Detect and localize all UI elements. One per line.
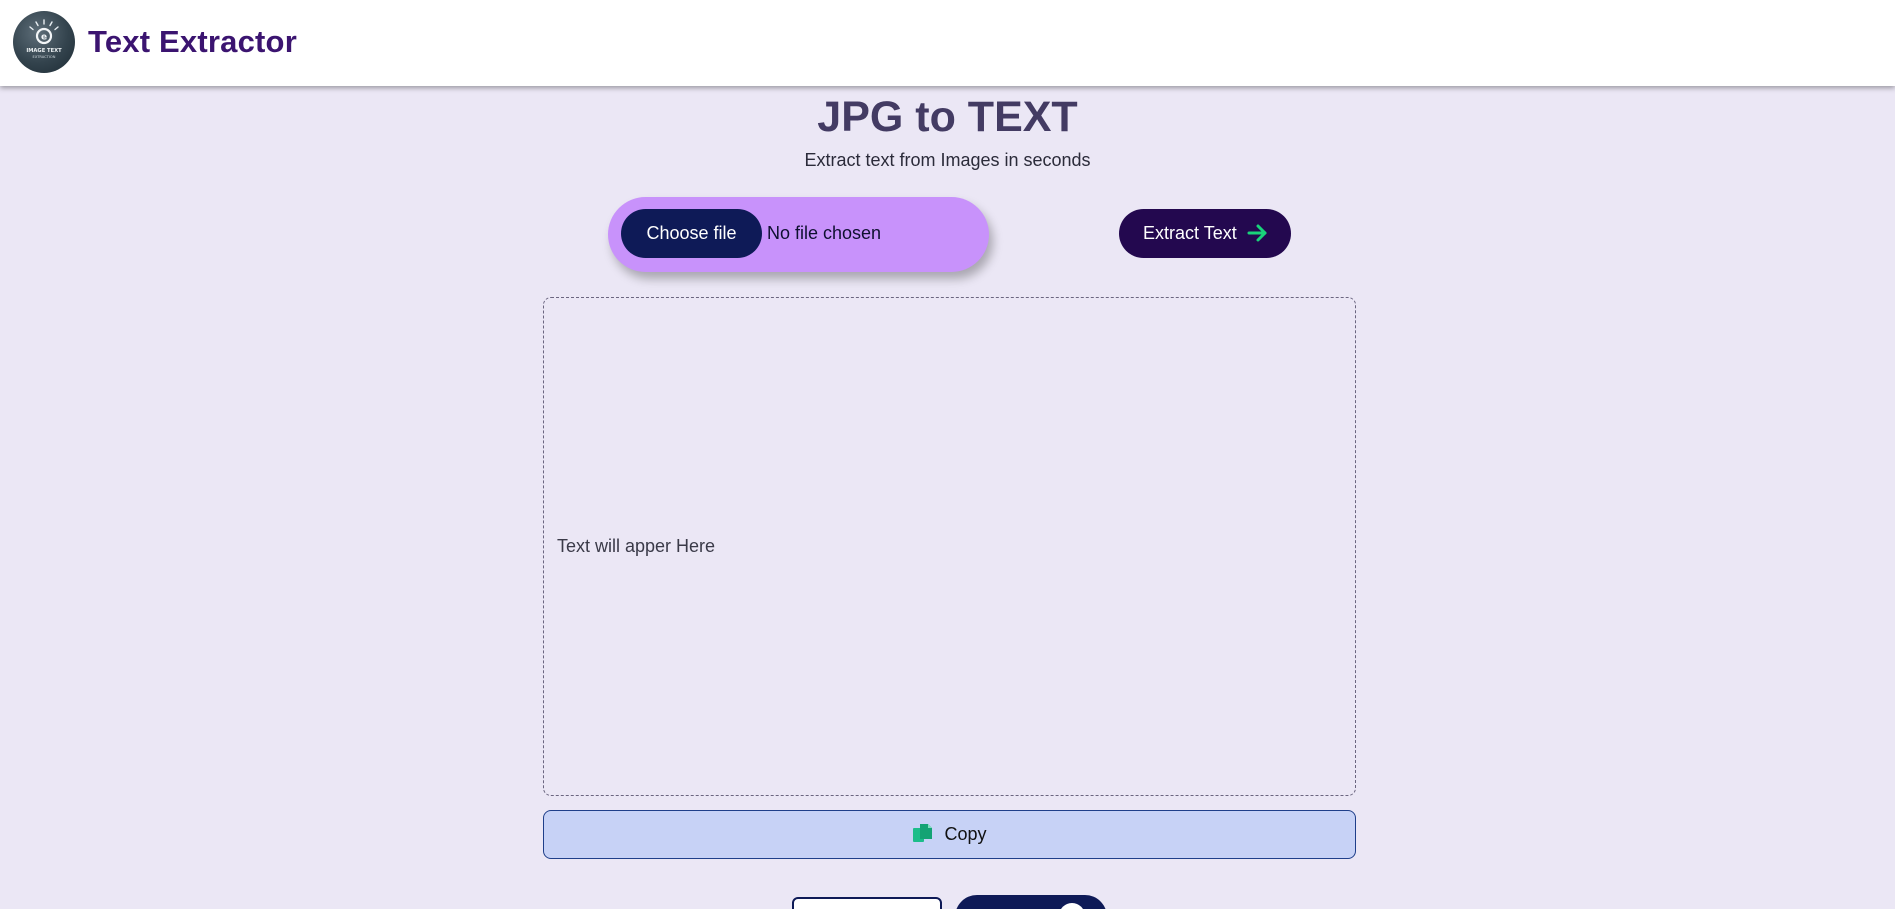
copy-button[interactable]: Copy [543,810,1356,859]
toggle-button[interactable] [955,895,1107,909]
svg-text:EXTRACTION: EXTRACTION [33,55,56,59]
page-title: JPG to TEXT [817,93,1078,141]
top-navbar: e IMAGE TEXT EXTRACTION Text Extractor [0,0,1895,86]
extract-text-button[interactable]: Extract Text [1119,209,1291,258]
choose-file-button[interactable]: Choose file [621,209,762,258]
copy-icon [913,824,933,842]
file-input[interactable]: Choose file No file chosen [608,197,989,272]
brand-title[interactable]: Text Extractor [88,22,297,62]
output-placeholder: Text will apper Here [557,536,716,556]
svg-text:e: e [41,33,47,43]
secondary-button[interactable] [792,897,942,909]
extracted-text-area[interactable]: Text will apper Here [543,297,1356,796]
toggle-knob [1059,903,1085,909]
copy-label: Copy [944,824,987,844]
page-subtitle: Extract text from Images in seconds [804,150,1091,170]
image-text-extraction-logo[interactable]: e IMAGE TEXT EXTRACTION [13,11,75,73]
svg-text:IMAGE TEXT: IMAGE TEXT [26,48,62,54]
extract-text-label: Extract Text [1143,223,1237,243]
file-status-label: No file chosen [767,223,882,243]
arrow-right-icon [1247,224,1267,242]
